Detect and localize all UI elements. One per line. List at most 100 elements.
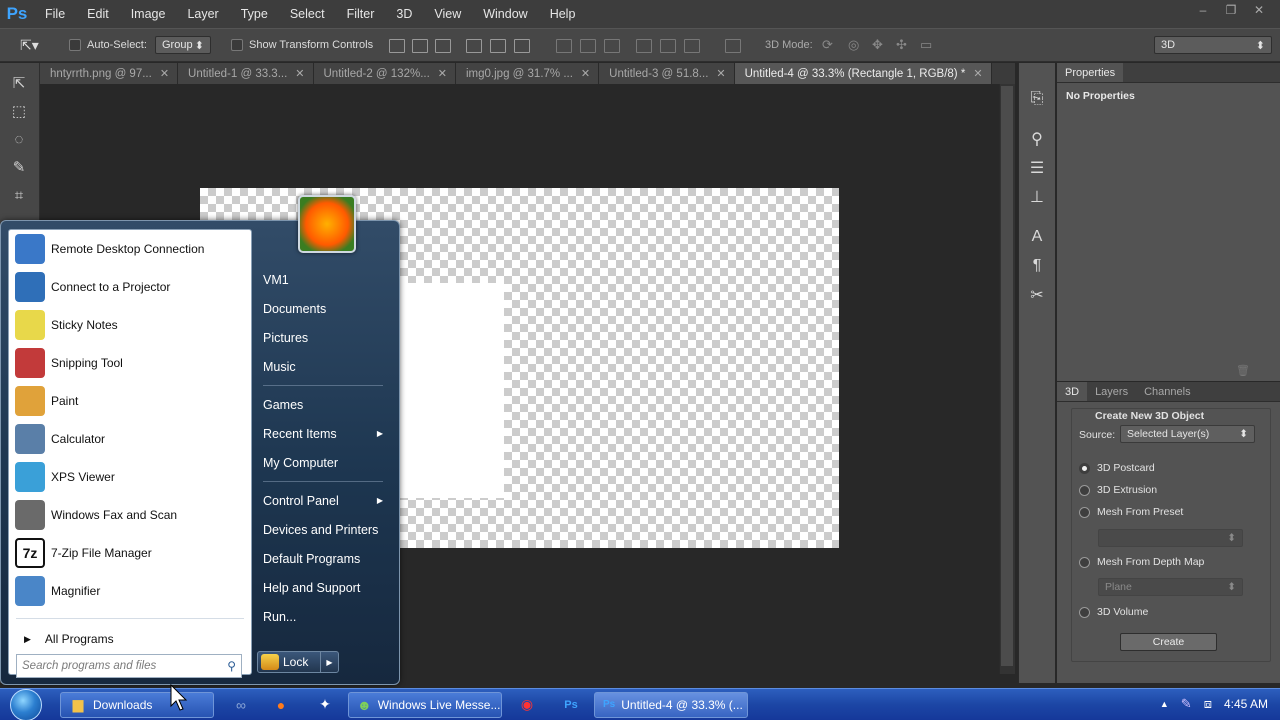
marquee-tool-icon[interactable]: ⬚ (5, 99, 33, 123)
lock-button[interactable]: Lock ▶ (257, 651, 339, 673)
close-icon[interactable]: ✕ (295, 67, 304, 80)
menu-view[interactable]: View (423, 0, 472, 28)
start-menu-item[interactable]: Recent Items ▶ (253, 419, 393, 448)
auto-align-icon[interactable] (725, 39, 741, 53)
menu-type[interactable]: Type (230, 0, 279, 28)
scrollbar-thumb[interactable] (1001, 86, 1013, 666)
taskbar-messenger[interactable]: ☻ Windows Live Messe... (348, 691, 502, 718)
program-item[interactable]: 7z 7-Zip File Manager (9, 534, 251, 572)
tab-3d[interactable]: 3D (1057, 382, 1088, 401)
photoshop-pinned-icon[interactable]: Ps (562, 696, 580, 714)
move-tool-preset-icon[interactable]: ⇱▾ (20, 37, 39, 54)
program-item[interactable]: Calculator (9, 420, 251, 458)
start-menu-item[interactable]: My Computer (253, 448, 393, 477)
doc-tab-untitled-4[interactable]: Untitled-4 @ 33.3% (Rectangle 1, RGB/8) … (734, 63, 992, 84)
workspace-dropdown[interactable]: 3D ⬍ (1154, 36, 1272, 54)
start-menu-item[interactable]: Devices and Printers (253, 515, 393, 544)
start-menu-item[interactable]: Pictures (253, 323, 393, 352)
close-icon[interactable]: ✕ (160, 67, 169, 80)
menu-help[interactable]: Help (539, 0, 587, 28)
slide-3d-icon[interactable]: ✣ (896, 37, 907, 53)
crop-tool-icon[interactable]: ⌗ (5, 183, 33, 207)
option-mesh-from-depth-map[interactable]: Mesh From Depth Map (1079, 556, 1204, 568)
doc-tab-untitled-1[interactable]: Untitled-1 @ 33.3... ✕ (178, 63, 314, 84)
minimize-button[interactable]: – (1190, 0, 1216, 20)
show-hidden-icons-icon[interactable]: ▲ (1160, 699, 1169, 709)
start-menu-item[interactable]: Games (253, 390, 393, 419)
start-menu-item[interactable]: Run... (253, 602, 393, 631)
pen-icon[interactable]: ✎ (1181, 696, 1192, 712)
distribute-top-icon[interactable] (556, 39, 572, 53)
close-icon[interactable]: ✕ (973, 67, 982, 80)
trash-icon[interactable]: 🗑 (1236, 364, 1250, 377)
firefox-icon[interactable]: ● (272, 696, 290, 714)
pinned-app-icon[interactable]: ✦ (316, 696, 334, 714)
character-panel-icon[interactable]: A (1022, 224, 1052, 250)
start-menu-item[interactable]: Control Panel ▶ (253, 486, 393, 515)
adjustments-icon[interactable]: ☰ (1022, 155, 1052, 181)
option-3d-extrusion[interactable]: 3D Extrusion (1079, 484, 1157, 496)
drag-3d-icon[interactable]: ✥ (872, 37, 883, 53)
lasso-tool-icon[interactable]: ◌ (5, 127, 33, 151)
auto-select-dropdown[interactable]: Group ⬍ (155, 36, 211, 54)
start-menu-item[interactable]: Documents (253, 294, 393, 323)
move-tool-icon[interactable]: ⇱ (5, 71, 33, 95)
option-3d-volume[interactable]: 3D Volume (1079, 606, 1148, 618)
align-right-icon[interactable] (514, 39, 530, 53)
lock-options-arrow-icon[interactable]: ▶ (320, 652, 338, 672)
menu-3d[interactable]: 3D (385, 0, 423, 28)
menu-filter[interactable]: Filter (336, 0, 386, 28)
search-icon[interactable]: ⚲ (227, 659, 236, 673)
distribute-hcenter-icon[interactable] (660, 39, 676, 53)
menu-file[interactable]: File (34, 0, 76, 28)
option-mesh-from-preset[interactable]: Mesh From Preset (1079, 506, 1183, 518)
tool-presets-icon[interactable]: ✂ (1022, 282, 1052, 308)
radio-3d-extrusion[interactable] (1079, 484, 1090, 496)
align-left-icon[interactable] (466, 39, 482, 53)
scale-3d-icon[interactable]: ▭ (920, 37, 932, 53)
transform-controls-checkbox[interactable] (231, 39, 243, 51)
network-icon[interactable]: ⧈ (1204, 696, 1212, 712)
distribute-vcenter-icon[interactable] (580, 39, 596, 53)
tab-channels[interactable]: Channels (1136, 382, 1198, 401)
doc-tab-hntyrrth[interactable]: hntyrrth.png @ 97... ✕ (40, 63, 179, 84)
tab-properties[interactable]: Properties (1057, 63, 1124, 82)
paragraph-panel-icon[interactable]: ¶ (1022, 253, 1052, 279)
menu-edit[interactable]: Edit (76, 0, 120, 28)
chrome-icon[interactable]: ◉ (518, 696, 536, 714)
close-icon[interactable]: ✕ (581, 67, 590, 80)
close-icon[interactable]: ✕ (716, 67, 725, 80)
align-hcenter-icon[interactable] (490, 39, 506, 53)
start-menu-item[interactable]: Help and Support (253, 573, 393, 602)
start-menu-item[interactable]: Default Programs (253, 544, 393, 573)
brush-presets-icon[interactable]: ⚲ (1022, 126, 1052, 152)
clock-text[interactable]: 4:45 AM (1224, 697, 1268, 711)
program-item[interactable]: Sticky Notes (9, 306, 251, 344)
align-bottom-icon[interactable] (435, 39, 451, 53)
radio-3d-postcard[interactable] (1079, 462, 1090, 474)
close-icon[interactable]: ✕ (438, 67, 447, 80)
start-menu-item[interactable]: VM1 (253, 265, 393, 294)
program-item[interactable]: Windows Fax and Scan (9, 496, 251, 534)
start-menu-item[interactable]: Music (253, 352, 393, 381)
link-icon[interactable]: ∞ (232, 696, 250, 714)
radio-3d-volume[interactable] (1079, 606, 1090, 618)
align-top-icon[interactable] (389, 39, 405, 53)
option-3d-postcard[interactable]: 3D Postcard (1079, 462, 1155, 474)
doc-tab-untitled-3[interactable]: Untitled-3 @ 51.8... ✕ (599, 63, 735, 84)
distribute-bottom-icon[interactable] (604, 39, 620, 53)
program-item[interactable]: XPS Viewer (9, 458, 251, 496)
depth-map-dropdown[interactable]: Plane ⬍ (1098, 578, 1243, 596)
auto-select-checkbox[interactable] (69, 39, 81, 51)
history-panel-icon[interactable]: ⎘ (1022, 86, 1052, 112)
distribute-left-icon[interactable] (636, 39, 652, 53)
doc-tab-untitled-2[interactable]: Untitled-2 @ 132%... ✕ (313, 63, 456, 84)
rectangle-layer[interactable] (395, 283, 504, 498)
menu-window[interactable]: Window (472, 0, 538, 28)
preset-dropdown[interactable]: ⬍ (1098, 529, 1243, 547)
taskbar-photoshop[interactable]: Ps Untitled-4 @ 33.3% (... (594, 691, 748, 718)
all-programs-item[interactable]: ▶ All Programs (16, 627, 244, 651)
taskbar-downloads[interactable]: ▆ Downloads (60, 691, 214, 718)
source-dropdown[interactable]: Selected Layer(s) ⬍ (1120, 425, 1255, 443)
program-item[interactable]: Connect to a Projector (9, 268, 251, 306)
